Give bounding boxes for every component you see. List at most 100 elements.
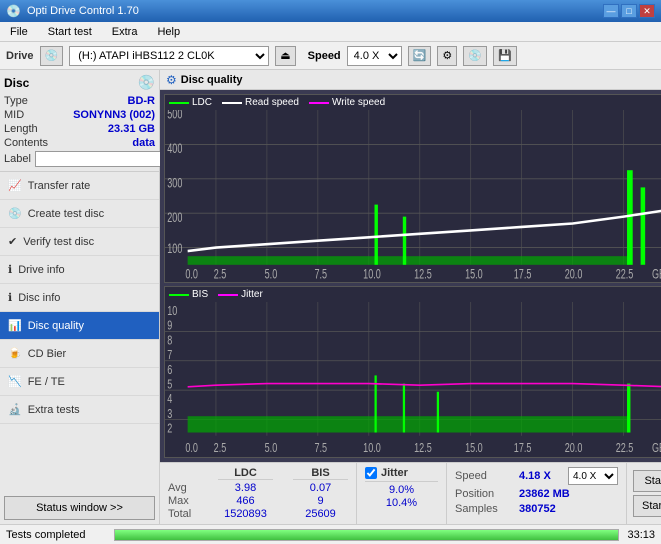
disc-length-value: 23.31 GB (108, 123, 155, 135)
svg-text:5.0: 5.0 (265, 267, 278, 282)
disc-info-label: Disc info (18, 292, 60, 304)
total-ldc: 1520893 (218, 508, 273, 520)
stats-max-row: Max 466 9 (168, 495, 348, 507)
speed-position-stats: Speed 4.18 X 4.0 X Position 23862 MB Sam… (447, 463, 627, 524)
speed-stat-select[interactable]: 4.0 X (568, 467, 618, 485)
status-window-button[interactable]: Status window >> (4, 496, 155, 520)
disc-panel-icon: 💿 (138, 74, 155, 91)
eject-button[interactable]: ⏏ (275, 46, 295, 66)
transfer-rate-icon: 📈 (8, 179, 22, 192)
bis-chart-container: BIS Jitter (164, 286, 661, 458)
disc-quality-header-icon: ⚙ (166, 73, 177, 87)
menu-file[interactable]: File (4, 25, 34, 39)
start-full-button[interactable]: Start full (633, 470, 661, 492)
toolbar: Drive 💿 (H:) ATAPI iHBS112 2 CL0K ⏏ Spee… (0, 42, 661, 70)
sidebar-item-extra-tests[interactable]: 🔬 Extra tests (0, 396, 159, 424)
svg-text:5.0: 5.0 (265, 442, 278, 456)
svg-text:4: 4 (167, 393, 172, 407)
disc-button[interactable]: 💿 (463, 46, 487, 66)
disc-label-input[interactable] (35, 151, 173, 167)
svg-text:200: 200 (167, 210, 182, 225)
svg-text:5: 5 (167, 378, 172, 392)
progress-bar-container (114, 529, 619, 541)
menu-extra[interactable]: Extra (106, 25, 144, 39)
start-part-button[interactable]: Start part (633, 495, 661, 517)
sidebar-item-disc-quality[interactable]: 📊 Disc quality (0, 312, 159, 340)
disc-label-label: Label (4, 153, 31, 165)
sidebar-item-create-test-disc[interactable]: 💿 Create test disc (0, 200, 159, 228)
sidebar-item-transfer-rate[interactable]: 📈 Transfer rate (0, 172, 159, 200)
disc-info-icon: ℹ (8, 291, 12, 304)
menu-start-test[interactable]: Start test (42, 25, 98, 39)
jitter-checkbox[interactable] (365, 467, 377, 479)
sidebar-item-cd-bier[interactable]: 🍺 CD Bier (0, 340, 159, 368)
disc-panel-title: Disc (4, 76, 29, 90)
samples-row: Samples 380752 (455, 503, 618, 515)
svg-text:9: 9 (167, 319, 172, 333)
maximize-button[interactable]: □ (621, 4, 637, 18)
ldc-legend-label: LDC (192, 97, 212, 108)
svg-text:GB: GB (652, 442, 661, 456)
jitter-max: 10.4% (365, 497, 438, 509)
svg-text:10.0: 10.0 (363, 442, 381, 456)
svg-text:20.0: 20.0 (565, 267, 583, 282)
disc-quality-header: ⚙ Disc quality (160, 70, 661, 90)
save-button[interactable]: 💾 (493, 46, 517, 66)
jitter-legend-item: Jitter (218, 289, 263, 300)
drive-icon-btn[interactable]: 💿 (40, 46, 64, 66)
svg-text:10: 10 (167, 305, 177, 319)
jitter-legend-label: Jitter (241, 289, 263, 300)
speed-select[interactable]: 4.0 X (347, 46, 402, 66)
refresh-button[interactable]: 🔄 (408, 46, 432, 66)
menu-help[interactable]: Help (151, 25, 186, 39)
disc-mid-value: SONYNN3 (002) (73, 109, 155, 121)
svg-text:7.5: 7.5 (314, 267, 327, 282)
svg-text:100: 100 (167, 241, 182, 256)
stats-total-row: Total 1520893 25609 (168, 508, 348, 520)
fe-te-icon: 📉 (8, 375, 22, 388)
svg-text:2.5: 2.5 (214, 267, 227, 282)
position-row: Position 23862 MB (455, 488, 618, 500)
svg-text:17.5: 17.5 (514, 442, 532, 456)
jitter-stats: Jitter 9.0% 10.4% (357, 463, 447, 524)
create-test-disc-label: Create test disc (28, 208, 104, 220)
jitter-header-row: Jitter (365, 467, 438, 482)
chart1-area: 500 400 300 200 100 18X 16X 14X 12X 10X … (165, 110, 661, 282)
verify-test-disc-icon: ✔ (8, 235, 17, 248)
max-ldc: 466 (218, 495, 273, 507)
extra-tests-label: Extra tests (28, 404, 80, 416)
svg-text:6: 6 (167, 363, 172, 377)
svg-text:17.5: 17.5 (514, 267, 532, 282)
drive-select[interactable]: (H:) ATAPI iHBS112 2 CL0K (69, 46, 269, 66)
speed-stat-value: 4.18 X (519, 470, 564, 482)
status-time: 33:13 (627, 529, 655, 541)
svg-text:15.0: 15.0 (465, 442, 483, 456)
disc-type-value: BD-R (128, 95, 156, 107)
disc-quality-header-title: Disc quality (181, 74, 243, 86)
svg-text:300: 300 (167, 176, 182, 191)
jitter-avg: 9.0% (365, 484, 438, 496)
ldc-col-header: LDC (218, 467, 273, 480)
disc-mid-row: MID SONYNN3 (002) (4, 109, 155, 121)
sidebar-item-disc-info[interactable]: ℹ Disc info (0, 284, 159, 312)
minimize-button[interactable]: — (603, 4, 619, 18)
sidebar-item-fe-te[interactable]: 📉 FE / TE (0, 368, 159, 396)
title-bar: 💿 Opti Drive Control 1.70 — □ ✕ (0, 0, 661, 22)
read-speed-legend-label: Read speed (245, 97, 299, 108)
svg-text:7.5: 7.5 (314, 442, 327, 456)
sidebar-item-verify-test-disc[interactable]: ✔ Verify test disc (0, 228, 159, 256)
total-bis: 25609 (293, 508, 348, 520)
settings-button[interactable]: ⚙ (437, 46, 457, 66)
disc-label-row: Label 🔍 (4, 151, 155, 167)
cd-bier-icon: 🍺 (8, 347, 22, 360)
svg-text:7: 7 (167, 349, 172, 363)
cd-bier-label: CD Bier (28, 348, 67, 360)
chart2-svg: 10 9 8 7 6 5 4 3 2 20% 16% 12% 8% (165, 302, 661, 457)
sidebar-item-drive-info[interactable]: ℹ Drive info (0, 256, 159, 284)
speed-stat-label: Speed (455, 470, 515, 482)
ldc-chart-container: LDC Read speed Write speed (164, 94, 661, 283)
close-button[interactable]: ✕ (639, 4, 655, 18)
svg-text:GB: GB (652, 267, 661, 282)
bis-col-header: BIS (293, 467, 348, 480)
sidebar: Disc 💿 Type BD-R MID SONYNN3 (002) Lengt… (0, 70, 160, 524)
